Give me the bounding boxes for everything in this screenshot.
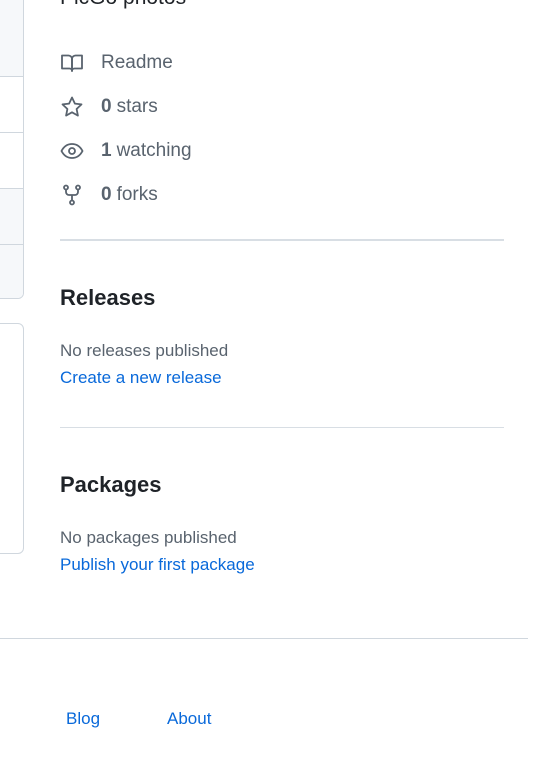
file-row[interactable] [0, 189, 23, 245]
readme-link[interactable]: Readme [60, 41, 192, 85]
footer-divider [0, 638, 528, 639]
forks-link[interactable]: 0 forks [60, 173, 192, 217]
releases-heading[interactable]: Releases [60, 285, 155, 311]
create-release-link[interactable]: Create a new release [60, 368, 222, 388]
stars-count: 0 [101, 96, 112, 117]
repo-description: PicGo photos [60, 0, 186, 10]
forks-count: 0 [101, 184, 112, 205]
book-icon [60, 51, 84, 75]
file-row[interactable] [0, 133, 23, 189]
file-row[interactable] [0, 245, 23, 298]
forks-label: forks [116, 184, 158, 205]
stars-label: stars [116, 96, 158, 117]
file-row[interactable] [0, 77, 23, 133]
sidebar-divider [60, 239, 504, 241]
watching-label: watching [116, 140, 192, 161]
publish-package-link[interactable]: Publish your first package [60, 555, 255, 575]
readme-panel [0, 323, 24, 554]
footer-link-blog[interactable]: Blog [66, 709, 100, 729]
eye-icon [60, 139, 84, 163]
watching-count: 1 [101, 140, 112, 161]
stars-link[interactable]: 0 stars [60, 85, 192, 129]
packages-empty-text: No packages published [60, 528, 237, 547]
repo-meta-list: Readme 0 stars 1 watching 0 forks [60, 41, 192, 217]
footer-link-partial[interactable]: · [0, 709, 2, 729]
footer-link-about[interactable]: About [167, 709, 211, 729]
watching-link[interactable]: 1 watching [60, 129, 192, 173]
star-icon [60, 95, 84, 119]
sidebar-divider [60, 427, 504, 428]
file-list-panel [0, 0, 24, 299]
packages-heading[interactable]: Packages [60, 472, 162, 498]
repo-page: PicGo photos Readme 0 stars [0, 0, 540, 768]
readme-label: Readme [101, 52, 173, 73]
file-list-header [0, 0, 23, 77]
releases-empty-text: No releases published [60, 341, 229, 360]
fork-icon [60, 183, 84, 207]
